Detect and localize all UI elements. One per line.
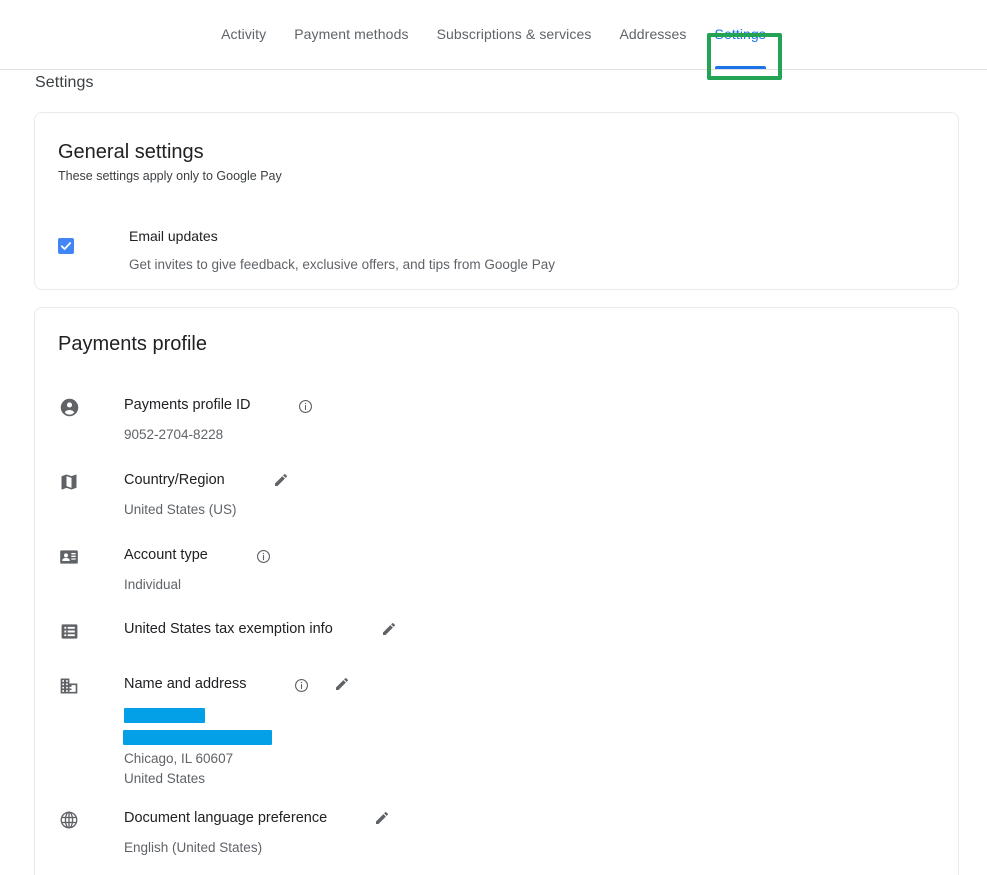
id-card-icon bbox=[58, 546, 80, 568]
payments-profile-card: Payments profile Payments profile ID 905… bbox=[34, 307, 959, 875]
tab-payment-methods[interactable]: Payment methods bbox=[280, 0, 422, 70]
globe-icon bbox=[58, 809, 80, 831]
tax-exemption-edit-icon[interactable] bbox=[380, 620, 398, 638]
list-icon bbox=[58, 620, 80, 642]
general-settings-subtitle: These settings apply only to Google Pay bbox=[58, 169, 282, 183]
page-title: Settings bbox=[35, 74, 94, 91]
account-type-label: Account type bbox=[124, 547, 208, 563]
country-region-edit-icon[interactable] bbox=[272, 471, 290, 489]
tab-subscriptions-services[interactable]: Subscriptions & services bbox=[423, 0, 606, 70]
building-icon bbox=[58, 675, 80, 697]
redacted-street-bar bbox=[123, 730, 272, 745]
nav-tab-list: Activity Payment methods Subscriptions &… bbox=[0, 0, 987, 70]
name-and-address-label: Name and address bbox=[124, 676, 247, 692]
payments-profile-id-value: 9052-2704-8228 bbox=[124, 427, 224, 442]
person-icon bbox=[58, 396, 80, 418]
account-type-value: Individual bbox=[124, 577, 182, 592]
document-language-label: Document language preference bbox=[124, 810, 328, 826]
email-updates-checkbox[interactable] bbox=[58, 238, 74, 254]
name-and-address-info-icon[interactable] bbox=[292, 676, 310, 694]
map-icon bbox=[58, 471, 80, 493]
redacted-name-bar bbox=[124, 708, 205, 723]
address-city-line: Chicago, IL 60607 bbox=[124, 751, 234, 766]
check-icon bbox=[60, 242, 72, 250]
tax-exemption-info-label: United States tax exemption info bbox=[124, 621, 333, 637]
document-language-value: English (United States) bbox=[124, 840, 263, 855]
payments-profile-id-info-icon[interactable] bbox=[296, 397, 314, 415]
email-updates-label: Email updates bbox=[129, 228, 218, 244]
tab-settings[interactable]: Settings bbox=[701, 0, 780, 70]
name-and-address-edit-icon[interactable] bbox=[333, 675, 351, 693]
general-settings-card: General settings These settings apply on… bbox=[34, 112, 959, 290]
address-country-line: United States bbox=[124, 771, 206, 786]
country-region-value: United States (US) bbox=[124, 502, 237, 517]
document-language-edit-icon[interactable] bbox=[373, 809, 391, 827]
tab-addresses[interactable]: Addresses bbox=[605, 0, 700, 70]
tab-activity[interactable]: Activity bbox=[207, 0, 280, 70]
email-updates-description: Get invites to give feedback, exclusive … bbox=[129, 257, 555, 272]
primary-nav: Activity Payment methods Subscriptions &… bbox=[0, 0, 987, 70]
account-type-info-icon[interactable] bbox=[254, 547, 272, 565]
payments-profile-id-label: Payments profile ID bbox=[124, 397, 251, 413]
country-region-label: Country/Region bbox=[124, 472, 225, 488]
general-settings-title: General settings bbox=[58, 141, 204, 163]
payments-profile-title: Payments profile bbox=[58, 333, 207, 355]
settings-page: Activity Payment methods Subscriptions &… bbox=[0, 0, 987, 875]
